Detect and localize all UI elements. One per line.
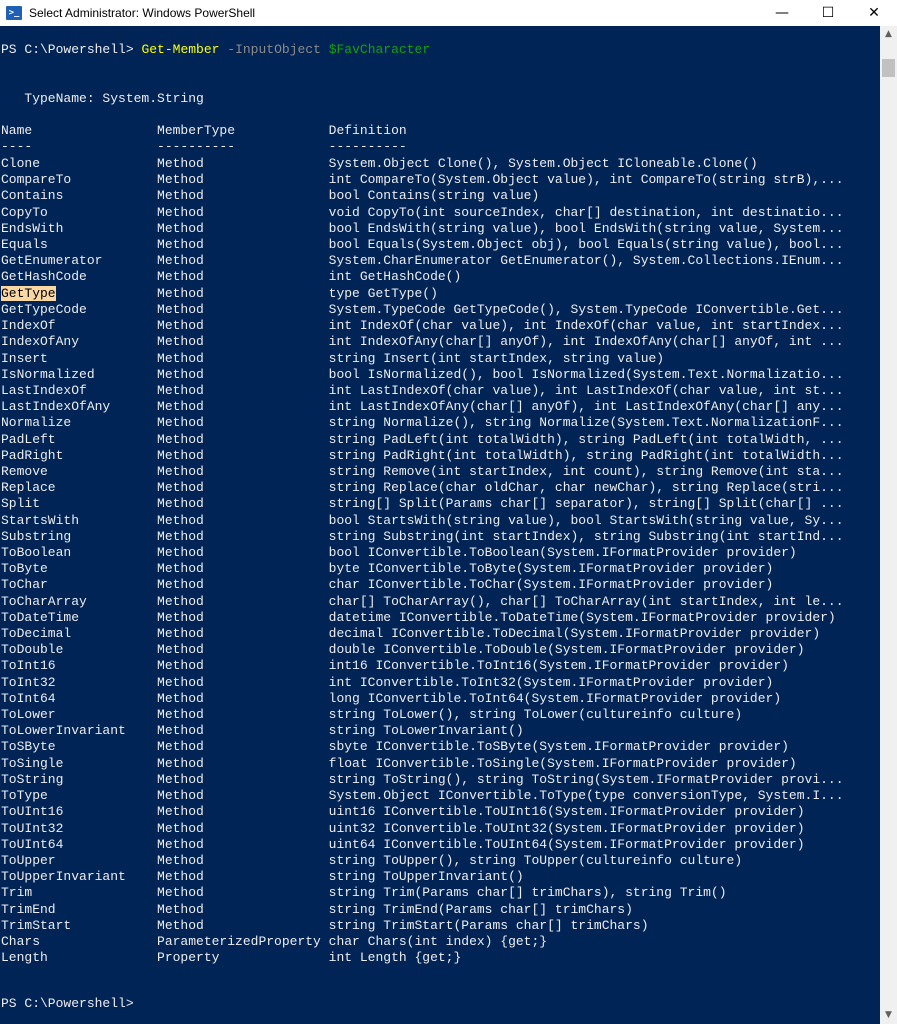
- prompt: PS C:\Powershell>: [1, 42, 142, 57]
- scroll-up-arrow-icon[interactable]: ▲: [880, 26, 897, 43]
- close-button[interactable]: ✕: [851, 0, 897, 26]
- member-rows-top: Clone Method System.Object Clone(), Syst…: [1, 156, 844, 285]
- selected-text: GetType: [1, 286, 56, 301]
- table-row-gettype: GetType Method type GetType(): [1, 286, 438, 302]
- member-rows-bottom: GetTypeCode Method System.TypeCode GetTy…: [1, 302, 844, 966]
- table-header: Name MemberType Definition: [1, 123, 407, 138]
- console-output[interactable]: PS C:\Powershell> Get-Member -InputObjec…: [0, 26, 880, 1024]
- final-prompt: PS C:\Powershell>: [1, 996, 134, 1011]
- powershell-icon: >_: [6, 6, 22, 20]
- parameter-name: -InputObject: [227, 42, 321, 57]
- title-bar[interactable]: >_ Select Administrator: Windows PowerSh…: [0, 0, 897, 26]
- window-title: Select Administrator: Windows PowerShell: [29, 6, 256, 20]
- typename-line: TypeName: System.String: [1, 91, 204, 106]
- table-separator: ---- ---------- ----------: [1, 139, 407, 154]
- window-controls: — ☐ ✕: [759, 0, 897, 26]
- minimize-button[interactable]: —: [759, 0, 805, 26]
- vertical-scrollbar[interactable]: ▲ ▼: [880, 26, 897, 1024]
- scroll-down-arrow-icon[interactable]: ▼: [880, 1007, 897, 1024]
- maximize-button[interactable]: ☐: [805, 0, 851, 26]
- scrollbar-thumb[interactable]: [882, 59, 895, 77]
- variable-name: $FavCharacter: [328, 42, 431, 57]
- cmdlet-name: Get-Member: [141, 42, 220, 57]
- command-line: PS C:\Powershell> Get-Member -InputObjec…: [1, 42, 430, 58]
- table-row-gettype-rest: Method type GetType(): [55, 286, 438, 301]
